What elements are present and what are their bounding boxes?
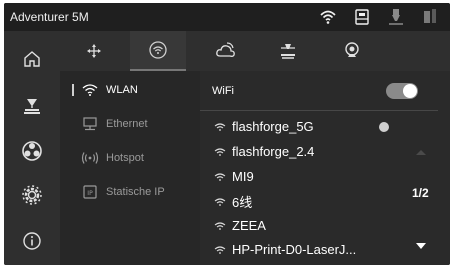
- nav-settings[interactable]: [4, 175, 60, 215]
- build-plate-icon: [24, 99, 40, 114]
- fan-icon: [22, 141, 42, 161]
- wifi-header: WiFi: [200, 71, 438, 111]
- wifi-toggle[interactable]: [386, 83, 418, 99]
- filament-icon: [420, 7, 440, 27]
- signal-icon: [214, 121, 228, 131]
- top-tab-bar: [60, 31, 450, 71]
- ethernet-icon: [80, 116, 100, 132]
- move-axes-icon: [87, 44, 101, 58]
- home-icon: [24, 51, 40, 67]
- network-item[interactable]: flashforge_5G: [214, 115, 314, 137]
- wifi-icon: [80, 82, 100, 98]
- submenu-label: Hotspot: [106, 152, 144, 164]
- submenu-item-wlan[interactable]: WLAN: [66, 73, 200, 107]
- network-item[interactable]: ZEEA: [214, 214, 266, 236]
- page-indicator: 1/2: [412, 186, 429, 200]
- wifi-panel: WiFi flashforge_5G flashforge_2.4 MI9 6线…: [200, 71, 450, 265]
- hotspot-icon: [80, 150, 100, 166]
- signal-icon: [214, 244, 228, 254]
- printer-icon: [281, 44, 295, 59]
- network-item[interactable]: 6线: [214, 190, 252, 212]
- tab-network[interactable]: [130, 31, 186, 71]
- cloud-icon: [216, 42, 235, 57]
- network-ssid: flashforge_5G: [232, 118, 314, 134]
- nav-fan[interactable]: [4, 131, 60, 171]
- signal-icon: [214, 220, 228, 230]
- page-down-icon[interactable]: [416, 243, 426, 249]
- nav-info[interactable]: [4, 221, 60, 261]
- left-nav: [4, 31, 60, 265]
- network-submenu: WLAN Ethernet Hotspot IP Statische IP: [60, 71, 200, 265]
- network-icon: [149, 41, 167, 59]
- signal-icon: [214, 146, 228, 156]
- wifi-status-icon: [318, 7, 338, 27]
- status-icons: [318, 7, 440, 27]
- signal-icon: [214, 196, 228, 206]
- printer-name: Adventurer 5M: [10, 10, 89, 24]
- submenu-label: Ethernet: [106, 118, 148, 130]
- svg-text:IP: IP: [87, 190, 93, 197]
- page-up-icon[interactable]: [416, 150, 426, 155]
- submenu-item-ethernet[interactable]: Ethernet: [66, 107, 200, 141]
- submenu-item-hotspot[interactable]: Hotspot: [66, 141, 200, 175]
- toggle-knob: [403, 84, 417, 98]
- usb-drive-icon: [352, 7, 372, 27]
- signal-icon: [214, 171, 228, 181]
- tab-camera[interactable]: [324, 31, 380, 71]
- nav-build-plate[interactable]: [4, 86, 60, 126]
- network-ssid: MI9: [232, 168, 254, 184]
- nav-home[interactable]: [4, 39, 60, 79]
- submenu-item-static-ip[interactable]: IP Statische IP: [66, 175, 200, 209]
- tab-printer[interactable]: [260, 31, 316, 71]
- submenu-label: WLAN: [106, 84, 138, 96]
- status-bar: Adventurer 5M: [4, 3, 450, 31]
- network-ssid: flashforge_2.4: [232, 143, 315, 159]
- info-icon: [23, 232, 41, 250]
- tab-move-axes[interactable]: [66, 31, 122, 71]
- ip-icon: IP: [80, 184, 100, 200]
- connected-check-icon: [379, 122, 389, 132]
- network-item[interactable]: flashforge_2.4: [214, 140, 314, 162]
- network-item[interactable]: MI9: [214, 165, 254, 187]
- network-ssid: HP-Print-D0-LaserJ...: [232, 241, 357, 257]
- wifi-label: WiFi: [212, 85, 234, 97]
- printer-screen: Adventurer 5M WLAN Ethernet Hotspot IP S…: [4, 3, 450, 265]
- tab-cloud[interactable]: [198, 31, 254, 71]
- submenu-label: Statische IP: [106, 186, 165, 198]
- nozzle-icon: [386, 7, 406, 27]
- network-ssid: ZEEA: [232, 217, 266, 233]
- camera-icon: [345, 42, 359, 57]
- network-item[interactable]: HP-Print-D0-LaserJ...: [214, 238, 356, 260]
- settings-icon: [22, 185, 42, 205]
- network-ssid: 6线: [232, 194, 253, 210]
- active-marker: [72, 84, 74, 96]
